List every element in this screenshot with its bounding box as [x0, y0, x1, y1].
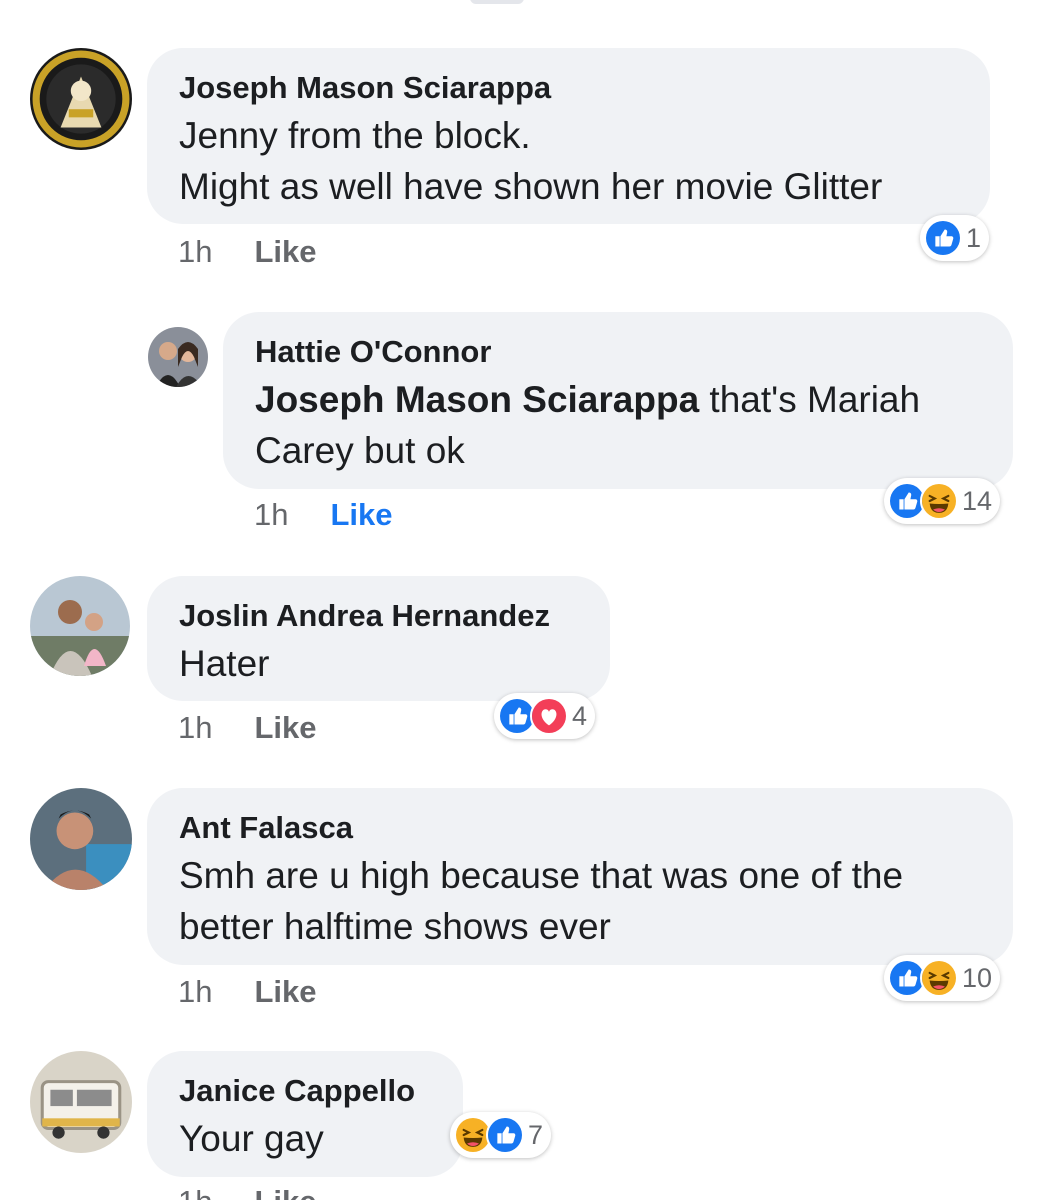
comment-bubble: Joseph Mason Sciarappa Jenny from the bl…	[147, 48, 990, 224]
reaction-count: 7	[528, 1120, 544, 1150]
avatar[interactable]	[30, 788, 132, 890]
comment-meta: 1h Like	[178, 1184, 317, 1200]
comment-bubble: Hattie O'Connor Joseph Mason Sciarappa t…	[223, 312, 1013, 489]
love-icon	[530, 697, 568, 735]
comment-author[interactable]: Janice Cappello	[179, 1073, 415, 1109]
comment-meta: 1h Like	[178, 974, 317, 1010]
comment-time[interactable]: 1h	[178, 234, 212, 269]
scroll-handle	[470, 0, 524, 4]
comment-time[interactable]: 1h	[178, 1184, 212, 1200]
comment-bubble: Janice Cappello Your gay	[147, 1051, 463, 1177]
comment-time[interactable]: 1h	[178, 710, 212, 745]
comment-text-line: Carey but ok	[255, 430, 465, 471]
comment-author[interactable]: Joseph Mason Sciarappa	[179, 70, 551, 106]
reaction-count: 1	[966, 223, 982, 253]
comment-time[interactable]: 1h	[254, 497, 288, 532]
reaction-summary[interactable]: 4	[494, 693, 596, 739]
comment-text-line: Might as well have shown her movie Glitt…	[179, 166, 883, 207]
like-icon	[486, 1116, 524, 1154]
reaction-summary[interactable]: 1	[920, 215, 990, 261]
avatar[interactable]	[30, 576, 130, 676]
comment-text-line: Your gay	[179, 1118, 324, 1159]
comment-bubble: Joslin Andrea Hernandez Hater	[147, 576, 610, 701]
like-icon	[924, 219, 962, 257]
mention-link[interactable]: Joseph Mason Sciarappa	[255, 379, 699, 420]
reaction-summary[interactable]: 10	[884, 955, 1001, 1001]
like-button[interactable]: Like	[254, 1184, 316, 1200]
avatar[interactable]	[30, 1051, 132, 1153]
avatar-image	[30, 576, 130, 676]
like-button[interactable]: Like	[254, 710, 316, 745]
like-button[interactable]: Like	[254, 974, 316, 1009]
reaction-count: 14	[962, 486, 993, 516]
avatar[interactable]	[148, 327, 208, 387]
comment-meta: 1h Like	[178, 710, 317, 746]
avatar-image	[30, 48, 132, 150]
comment-author[interactable]: Joslin Andrea Hernandez	[179, 598, 550, 634]
comment-meta: 1h Like	[254, 497, 393, 533]
comment-meta: 1h Like	[178, 234, 317, 270]
avatar-image	[148, 327, 208, 387]
comment-text-line: Jenny from the block.	[179, 115, 531, 156]
avatar-image	[30, 788, 132, 890]
comment-author[interactable]: Hattie O'Connor	[255, 334, 491, 370]
comment-text-fragment: that's Mariah	[699, 379, 921, 420]
like-button[interactable]: Like	[254, 234, 316, 269]
avatar-image	[30, 1051, 132, 1153]
comment-author[interactable]: Ant Falasca	[179, 810, 353, 846]
comment-time[interactable]: 1h	[178, 974, 212, 1009]
haha-icon	[920, 959, 958, 997]
haha-icon	[920, 482, 958, 520]
reaction-summary[interactable]: 14	[884, 478, 1001, 524]
comment-text-line: Smh are u high because that was one of t…	[179, 855, 904, 896]
comment-bubble: Ant Falasca Smh are u high because that …	[147, 788, 1013, 965]
comment-text-line: Hater	[179, 643, 270, 684]
comment-text-line: Joseph Mason Sciarappa that's Mariah	[255, 374, 920, 425]
comment-text-line: better halftime shows ever	[179, 906, 611, 947]
avatar[interactable]	[30, 48, 132, 150]
like-button[interactable]: Like	[330, 497, 392, 532]
reaction-summary[interactable]: 7	[450, 1112, 552, 1158]
reaction-count: 4	[572, 701, 588, 731]
reaction-count: 10	[962, 963, 993, 993]
